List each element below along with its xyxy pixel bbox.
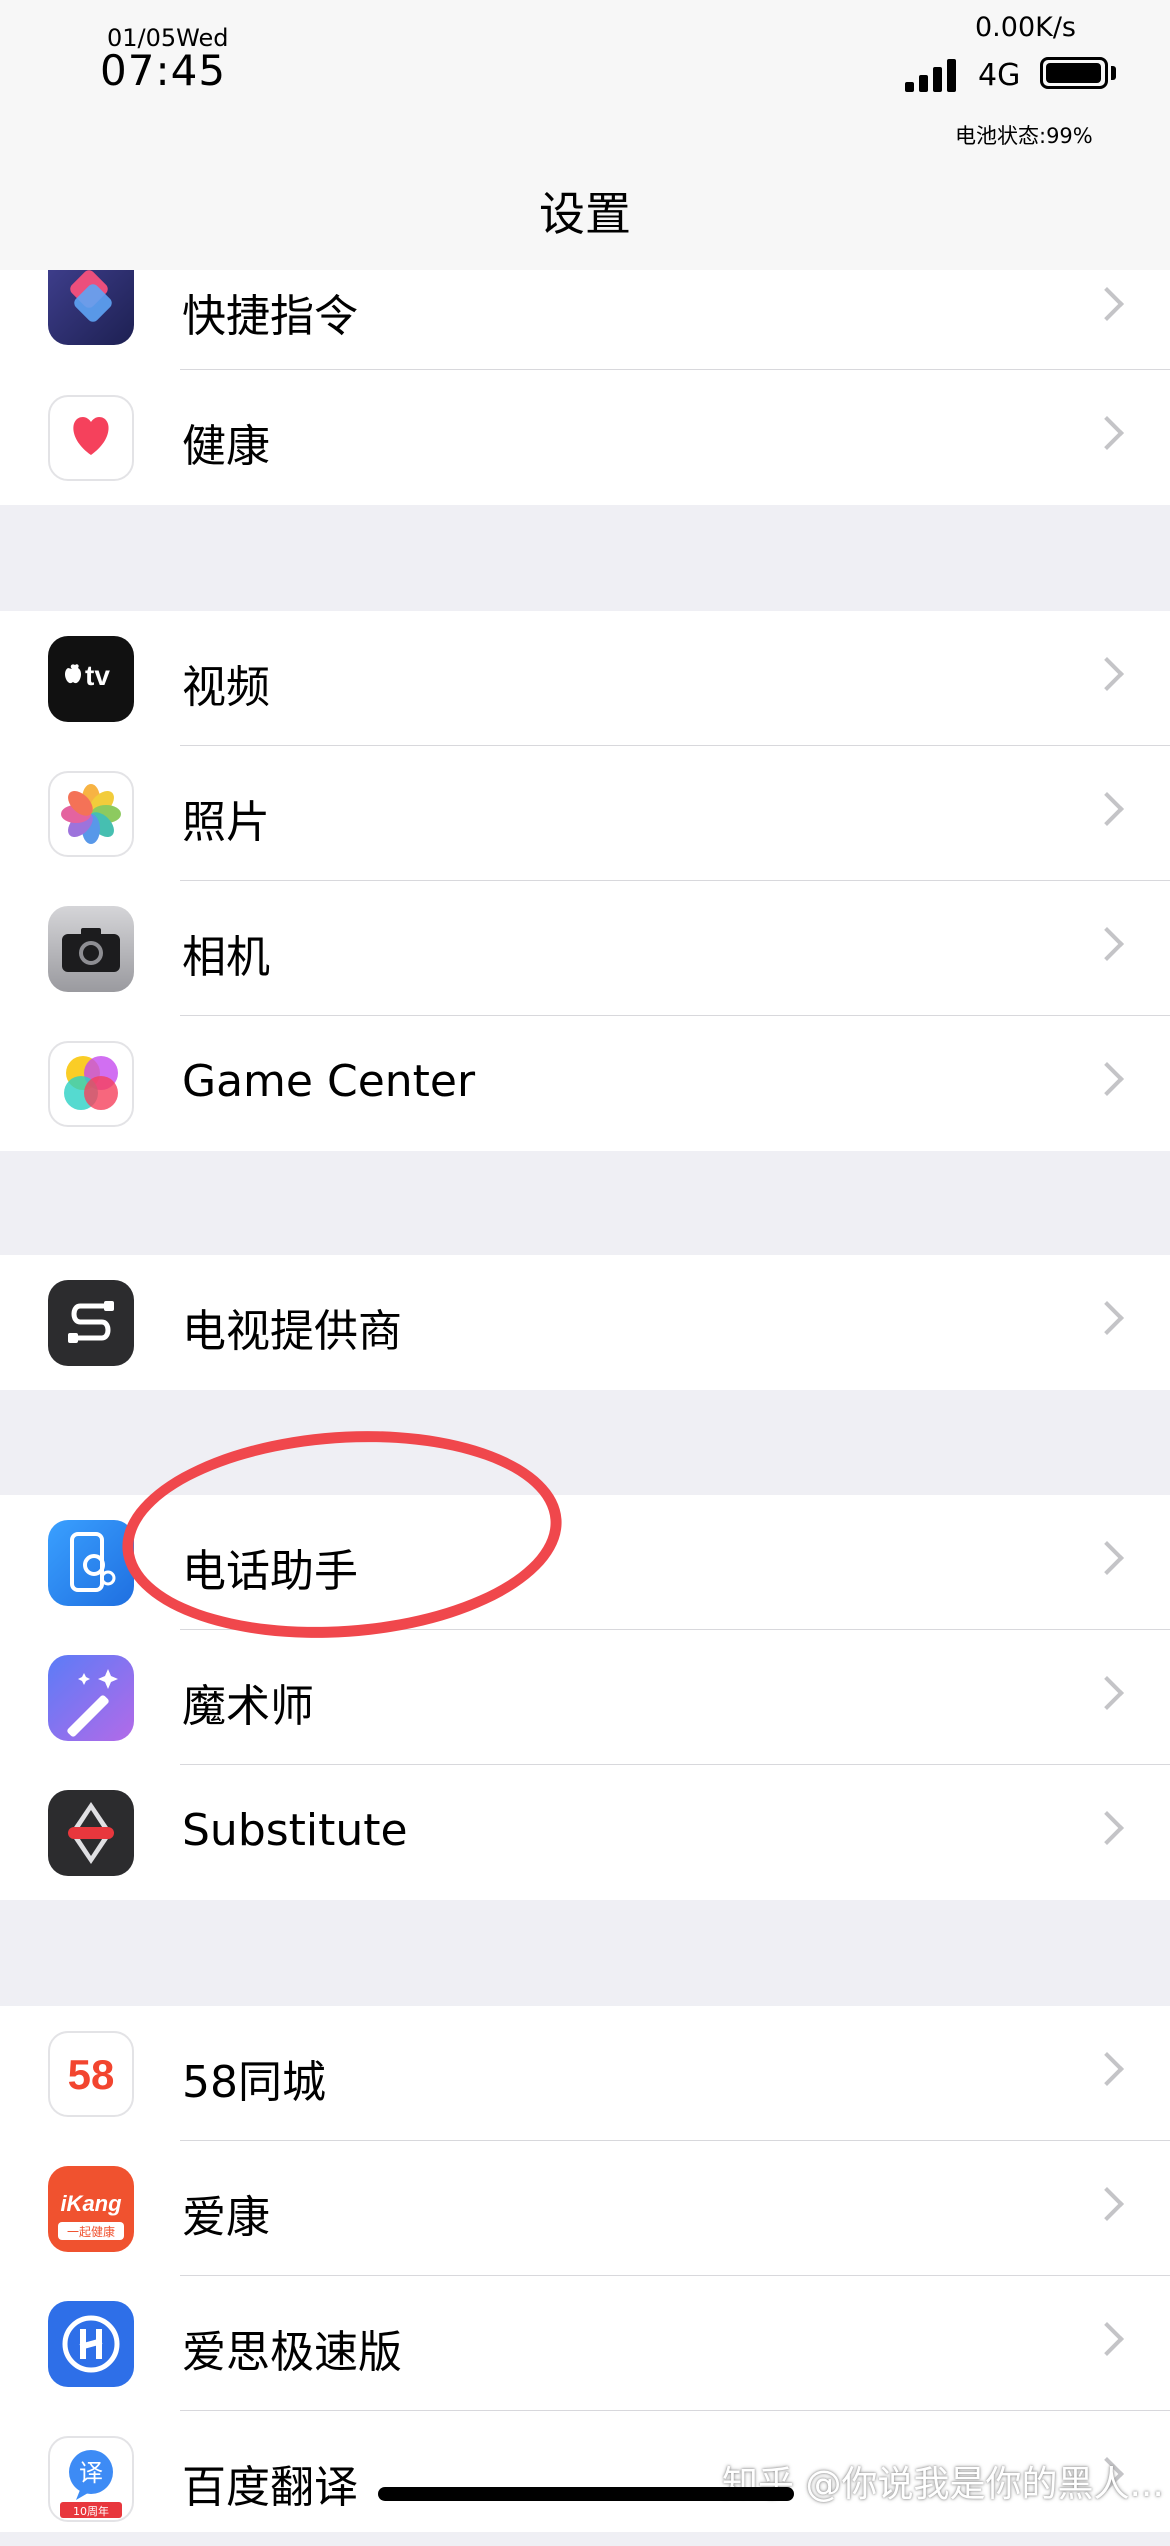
settings-row-game-center[interactable]: Game Center [0,1016,1170,1151]
baidu-translate-icon: 译 10周年 [48,2436,134,2522]
ikang-icon: iKang 一起健康 [48,2166,134,2252]
chevron-right-icon [1090,2052,1124,2086]
status-bar: 01/05Wed 07:45 0.00K/s 4G 电池状态:99% 设置 [0,0,1170,271]
settings-group: 快捷指令 健康 [0,270,1170,505]
battery-cap [1111,66,1116,80]
row-label: 爱康 [182,2192,270,2243]
row-label: 照片 [182,797,270,848]
chevron-right-icon [1090,1676,1124,1710]
settings-group: 58 58同城 iKang 一起健康 爱康 爱思极速版 译 10周年 百度翻译 [0,2006,1170,2532]
settings-row-camera[interactable]: 相机 [0,881,1170,1016]
svg-text:10周年: 10周年 [73,2504,109,2518]
signal-strength-icon [905,58,960,92]
svg-text:一起健康: 一起健康 [67,2224,115,2239]
row-label: 魔术师 [182,1681,314,1732]
svg-text:译: 译 [79,2459,103,2487]
network-type: 4G [978,58,1021,93]
health-icon [48,395,134,481]
substitute-icon [48,1790,134,1876]
game-center-icon [48,1041,134,1127]
row-label: 电视提供商 [182,1306,402,1357]
settings-row-ikang[interactable]: iKang 一起健康 爱康 [0,2141,1170,2276]
page-title: 设置 [539,187,631,241]
row-label: 健康 [182,421,270,472]
chevron-right-icon [1090,1062,1124,1096]
chevron-right-icon [1090,2187,1124,2221]
chevron-right-icon [1090,287,1124,321]
settings-row-health[interactable]: 健康 [0,370,1170,505]
settings-row-magician[interactable]: 魔术师 [0,1630,1170,1765]
shortcuts-icon [48,270,134,345]
settings-row-tv[interactable]: tv 视频 [0,611,1170,746]
battery-icon [1040,57,1108,89]
camera-icon [48,906,134,992]
settings-group: 电视提供商 [0,1255,1170,1390]
chevron-right-icon [1090,657,1124,691]
chevron-right-icon [1090,792,1124,826]
svg-text:iKang: iKang [60,2191,122,2216]
battery-level-fill [1046,63,1102,83]
row-label: 视频 [182,662,270,713]
chevron-right-icon [1090,927,1124,961]
chevron-right-icon [1090,416,1124,450]
chevron-right-icon [1090,2322,1124,2356]
settings-row-tv-provider[interactable]: 电视提供商 [0,1255,1170,1390]
row-label: 爱思极速版 [182,2327,402,2378]
svg-text:tv: tv [85,660,110,691]
settings-row-photos[interactable]: 照片 [0,746,1170,881]
chevron-right-icon [1090,1811,1124,1845]
settings-row-i4[interactable]: 爱思极速版 [0,2276,1170,2411]
phone-assistant-icon [48,1520,134,1606]
row-label: Game Center [182,1056,476,1107]
svg-text:58: 58 [68,2051,115,2098]
settings-row-shortcuts[interactable]: 快捷指令 [0,270,1170,370]
settings-row-substitute[interactable]: Substitute [0,1765,1170,1900]
chevron-right-icon [1090,1541,1124,1575]
apple-tv-icon: tv [48,636,134,722]
network-speed: 0.00K/s [975,12,1076,43]
row-label: 快捷指令 [182,291,358,342]
row-label: 58同城 [182,2057,326,2108]
photos-icon [48,771,134,857]
magic-wand-icon [48,1655,134,1741]
settings-group: tv 视频 照片 相机 Game Center [0,611,1170,1151]
battery-status-text: 电池状态:99% [955,124,1093,148]
chevron-right-icon [1090,1301,1124,1335]
tv-provider-icon [48,1280,134,1366]
row-label: 相机 [182,932,270,983]
home-indicator[interactable] [378,2487,794,2501]
status-time: 07:45 [100,46,227,95]
58-tongcheng-icon: 58 [48,2031,134,2117]
settings-row-58-tongcheng[interactable]: 58 58同城 [0,2006,1170,2141]
i4-icon [48,2301,134,2387]
row-label: 百度翻译 [182,2462,358,2513]
row-label: Substitute [182,1805,408,1856]
